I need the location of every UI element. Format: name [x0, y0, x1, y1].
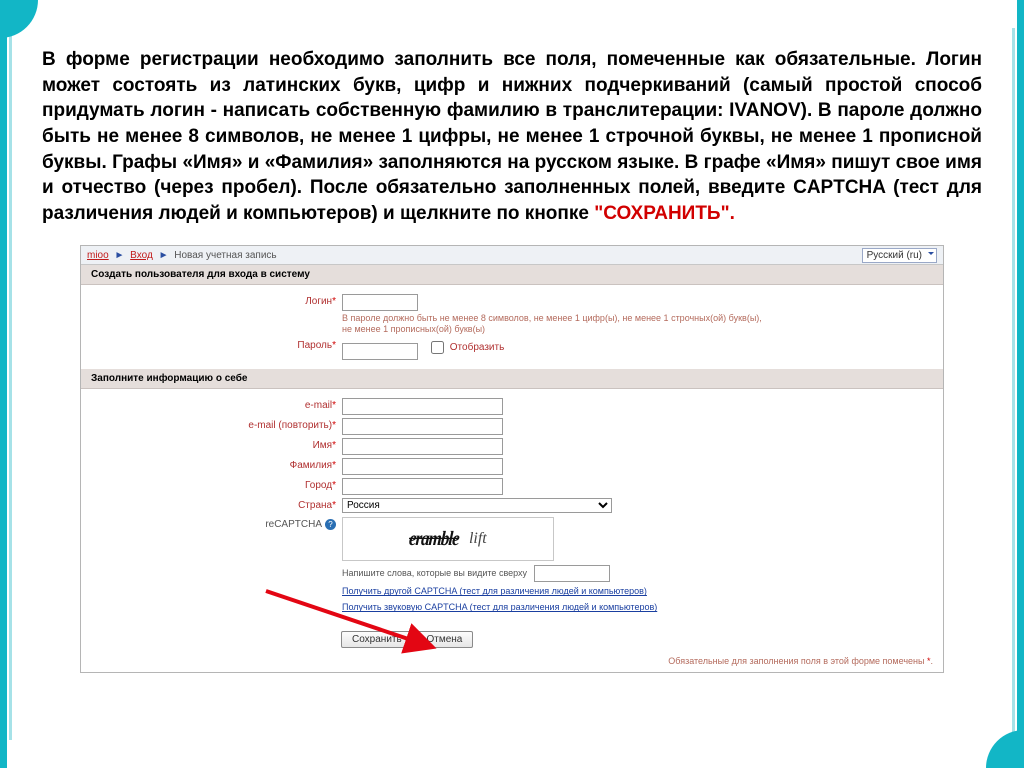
- label-password: Пароль: [297, 340, 332, 351]
- login-input[interactable]: [342, 294, 418, 311]
- password-hint: В пароле должно быть не менее 8 символов…: [342, 313, 772, 335]
- captcha-audio-link[interactable]: Получить звуковую CAPTCHA (тест для разл…: [342, 600, 943, 614]
- crumb-current: Новая учетная запись: [174, 250, 276, 261]
- label-city: Город: [305, 480, 332, 491]
- captcha-refresh-link[interactable]: Получить другой CAPTCHA (тест для различ…: [342, 584, 943, 598]
- save-highlight: "СОХРАНИТЬ".: [594, 203, 735, 224]
- label-email2: e-mail (повторить): [248, 420, 332, 431]
- email2-input[interactable]: [342, 418, 503, 435]
- label-lastname: Фамилия: [290, 460, 332, 471]
- label-recaptcha: reCAPTCHA: [265, 519, 322, 530]
- city-input[interactable]: [342, 478, 503, 495]
- cancel-button[interactable]: Отмена: [415, 631, 473, 648]
- required-footnote: Обязательные для заполнения поля в этой …: [81, 654, 943, 672]
- crumb-root[interactable]: mioo: [87, 250, 109, 261]
- lastname-input[interactable]: [342, 458, 503, 475]
- instruction-paragraph: В форме регистрации необходимо заполнить…: [42, 47, 982, 226]
- save-button[interactable]: Сохранить: [341, 631, 413, 648]
- help-icon[interactable]: ?: [325, 519, 336, 530]
- label-login: Логин: [305, 296, 332, 307]
- show-password-label: Отобразить: [450, 341, 505, 355]
- section-personal-info: Заполните информацию о себе: [81, 369, 943, 389]
- section-create-user: Создать пользователя для входа в систему: [81, 265, 943, 285]
- breadcrumb: mioo ► Вход ► Новая учетная запись: [87, 250, 277, 261]
- show-password-checkbox[interactable]: [431, 341, 444, 354]
- captcha-input[interactable]: [534, 565, 610, 582]
- captcha-image: eramble lift: [342, 517, 554, 561]
- email-input[interactable]: [342, 398, 503, 415]
- label-country: Страна: [298, 500, 332, 511]
- firstname-input[interactable]: [342, 438, 503, 455]
- password-input[interactable]: [342, 343, 418, 360]
- label-firstname: Имя: [313, 440, 332, 451]
- country-select[interactable]: Россия: [342, 498, 612, 513]
- captcha-instruction: Напишите слова, которые вы видите сверху: [342, 568, 527, 578]
- label-email: e-mail: [305, 400, 332, 411]
- language-select[interactable]: Русский (ru): [862, 248, 937, 263]
- crumb-login[interactable]: Вход: [130, 250, 153, 261]
- form-screenshot: mioo ► Вход ► Новая учетная запись Русск…: [80, 245, 944, 673]
